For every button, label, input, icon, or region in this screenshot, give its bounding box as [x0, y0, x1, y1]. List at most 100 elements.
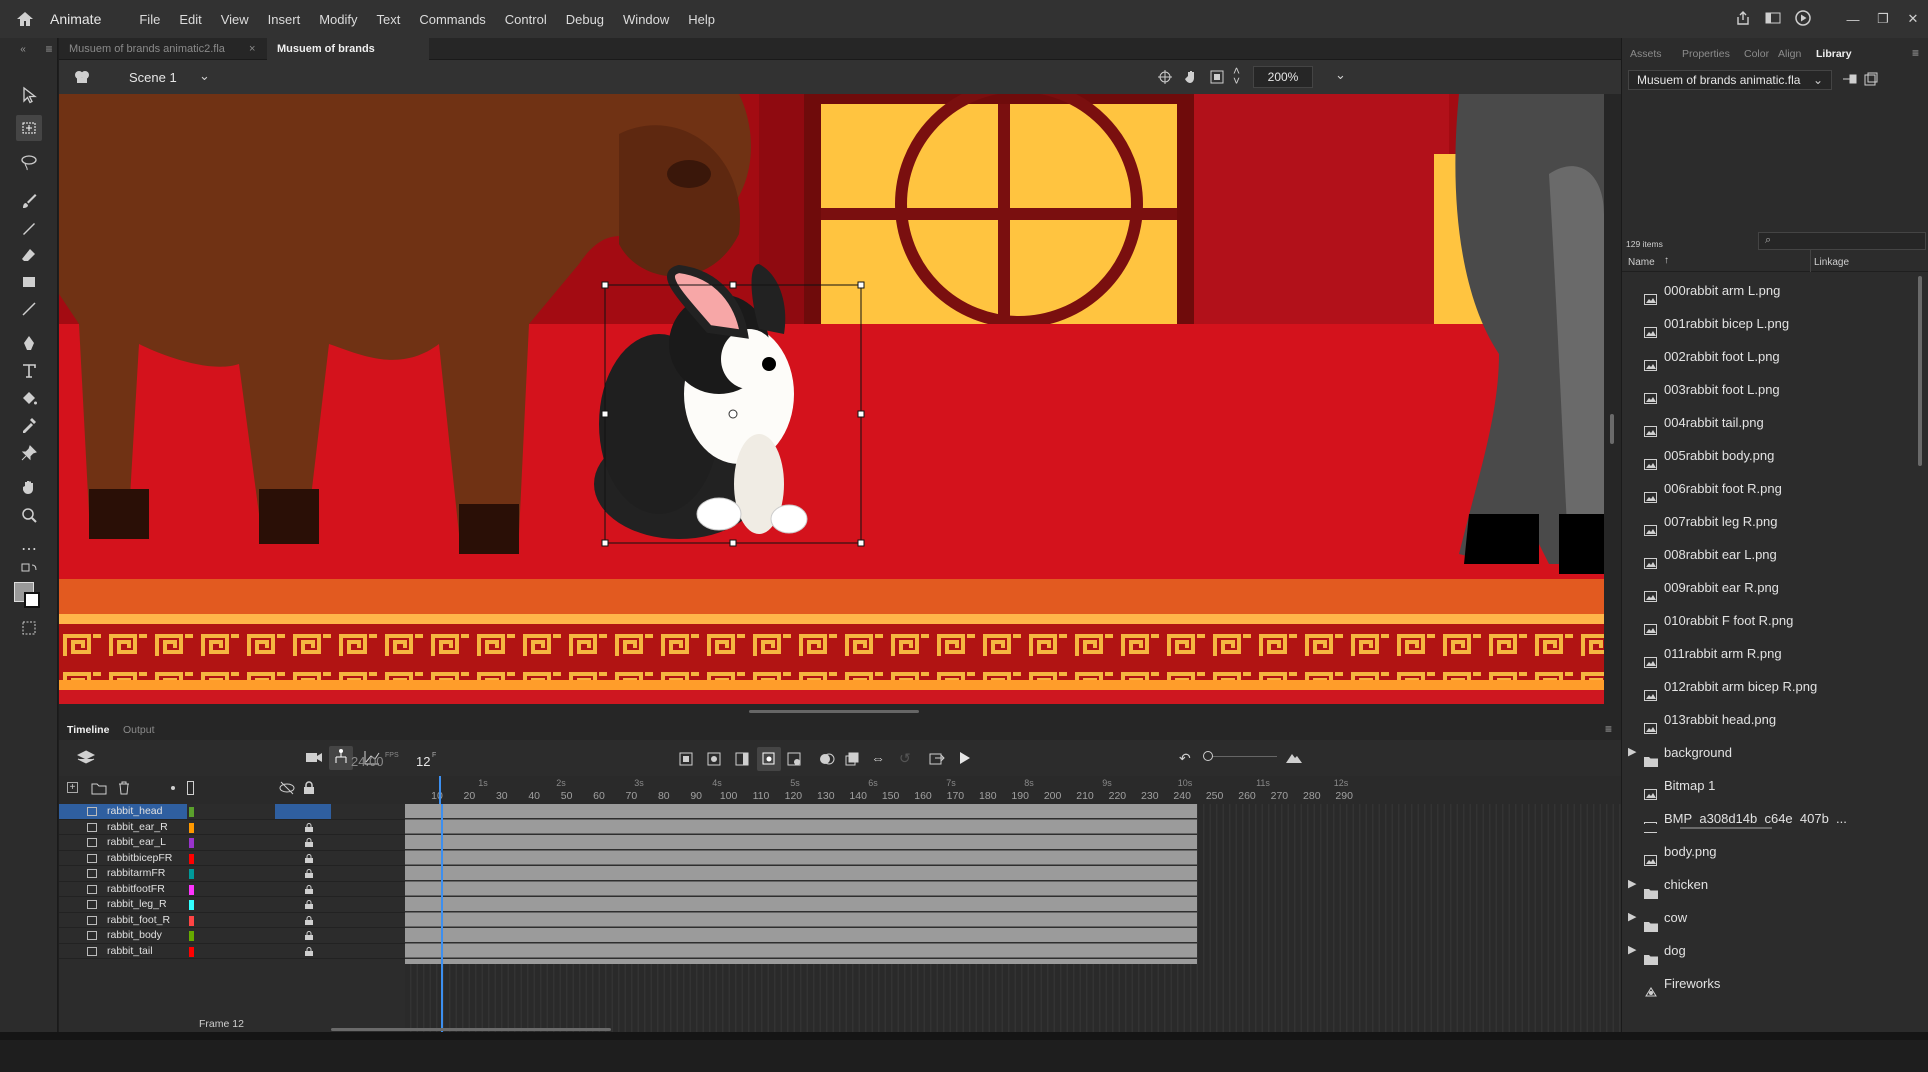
library-item[interactable]: ▶ cow [1622, 901, 1912, 934]
library-horizontal-scrollbar[interactable] [1680, 827, 1772, 829]
new-layer-icon[interactable]: + [67, 782, 78, 793]
library-search-input[interactable]: ⌕ [1758, 232, 1926, 250]
zoom-dropdown-icon[interactable]: ⌄ [1335, 67, 1346, 83]
library-item[interactable]: 008rabbit ear L.png [1622, 538, 1912, 571]
library-item[interactable]: Bitmap 1 [1622, 769, 1912, 802]
layer-row[interactable]: rabbit_ear_R [59, 819, 405, 836]
clip-content-icon[interactable] [1209, 69, 1225, 90]
menu-modify[interactable]: Modify [319, 12, 357, 27]
library-item[interactable]: 011rabbit arm R.png [1622, 637, 1912, 670]
zoom-mountain-icon[interactable] [1285, 750, 1303, 769]
lock-icon[interactable] [305, 946, 313, 962]
camera-icon[interactable] [305, 750, 323, 769]
play-icon[interactable] [959, 751, 971, 770]
doc-tab-active[interactable]: Musuem of brands animatic.fla* × [267, 38, 429, 77]
stage-canvas[interactable] [59, 94, 1604, 704]
playhead-marker[interactable] [439, 776, 441, 804]
layer-row[interactable]: rabbit_body [59, 928, 405, 944]
parenting-view-icon[interactable] [329, 746, 353, 770]
layer-color-swatch[interactable] [189, 900, 194, 910]
workspace-icon[interactable] [1758, 11, 1788, 28]
layer-name[interactable]: rabbitarmFR [107, 866, 165, 882]
edit-multiple-frames-icon[interactable] [845, 752, 859, 771]
menu-insert[interactable]: Insert [268, 12, 301, 27]
paint-brush-tool-icon[interactable] [16, 188, 42, 214]
layer-color-swatch[interactable] [189, 822, 194, 833]
more-tools-icon[interactable]: ⋯ [16, 536, 42, 562]
library-item[interactable]: 001rabbit bicep L.png [1622, 307, 1912, 340]
library-item[interactable]: 003rabbit foot L.png [1622, 373, 1912, 406]
layer-color-swatch[interactable] [189, 807, 194, 817]
minimize-icon[interactable]: — [1838, 12, 1868, 27]
eraser-tool-icon[interactable] [16, 242, 42, 268]
layer-row[interactable]: rabbit_head [59, 804, 405, 820]
lasso-tool-icon[interactable] [16, 149, 42, 175]
menu-file[interactable]: File [139, 12, 160, 27]
eyedropper-tool-icon[interactable] [16, 412, 42, 438]
scrollbar-thumb[interactable] [1610, 414, 1614, 444]
library-document-select[interactable]: Musuem of brands animatic.fla ⌄ [1628, 70, 1832, 90]
slider-thumb[interactable] [1203, 751, 1213, 761]
layer-color-swatch[interactable] [189, 869, 194, 879]
frame-ruler[interactable]: 10 20 30 40 50 60 70 80 90 100 110 120 130 140 150 160 1… [405, 776, 1621, 804]
camera-frame-tool-icon[interactable] [16, 615, 42, 641]
doc-tab[interactable]: Musuem of brands animatic2.fla × [59, 38, 259, 60]
current-frame-value[interactable]: 12 [416, 754, 430, 769]
zoom-input[interactable]: 200% [1253, 66, 1313, 88]
menu-control[interactable]: Control [505, 12, 547, 27]
frame-grid[interactable] [405, 804, 1621, 1032]
hand-tool-icon[interactable] [16, 474, 42, 500]
column-name[interactable]: Name [1628, 257, 1655, 268]
loop-icon[interactable]: ⇔ [871, 750, 885, 766]
layer-name[interactable]: rabbitfootFR [107, 882, 165, 898]
menu-window[interactable]: Window [623, 12, 669, 27]
layer-name[interactable]: rabbit_body [107, 928, 162, 944]
expand-chevron-icon[interactable]: ▶ [1628, 868, 1636, 901]
tab-color[interactable]: Color [1744, 48, 1769, 60]
reset-zoom-icon[interactable]: ↶ [1179, 750, 1191, 767]
pin-tool-icon[interactable] [16, 440, 42, 466]
expand-chevron-icon[interactable]: ▶ [1628, 934, 1636, 967]
layer-color-swatch[interactable] [189, 853, 194, 864]
first-frame-icon[interactable] [679, 752, 693, 771]
layer-color-swatch[interactable] [189, 838, 194, 848]
layer-color-swatch[interactable] [189, 915, 194, 926]
collapse-toolbar-icon[interactable]: « [10, 41, 36, 57]
free-transform-tool-icon[interactable] [16, 115, 42, 141]
close-tab-icon[interactable]: × [249, 38, 255, 60]
sort-ascending-icon[interactable]: ↑ [1664, 255, 1669, 266]
swap-colors-icon[interactable] [16, 562, 42, 576]
library-item[interactable]: 009rabbit ear R.png [1622, 571, 1912, 604]
layer-name[interactable]: rabbit_head [107, 804, 162, 820]
layer-name[interactable]: rabbit_ear_R [107, 820, 168, 836]
new-folder-icon[interactable] [91, 782, 107, 800]
insert-frame-icon[interactable] [787, 752, 801, 771]
fps-value[interactable]: 24.00 [351, 754, 384, 769]
library-item[interactable]: 005rabbit body.png [1622, 439, 1912, 472]
rotate-stage-icon[interactable] [1183, 69, 1199, 90]
tab-properties[interactable]: Properties [1682, 48, 1730, 60]
onion-skin-icon[interactable] [819, 752, 835, 771]
column-linkage[interactable]: Linkage [1814, 257, 1849, 268]
library-item[interactable]: 000rabbit arm L.png [1622, 274, 1912, 307]
layer-row[interactable]: rabbit_leg_R [59, 897, 405, 913]
layer-row[interactable]: rabbitbicepFR [59, 850, 405, 867]
delete-layer-icon[interactable] [117, 781, 131, 800]
library-item[interactable]: ▶ chicken [1622, 868, 1912, 901]
selection-tool-icon[interactable] [16, 82, 42, 108]
library-item[interactable]: 006rabbit foot R.png [1622, 472, 1912, 505]
zoom-tool-icon[interactable] [16, 502, 42, 528]
timeline-zoom-slider[interactable] [1207, 756, 1277, 757]
menu-help[interactable]: Help [688, 12, 715, 27]
panel-menu-icon[interactable]: ≡ [1605, 722, 1612, 736]
pen-tool-icon[interactable] [16, 330, 42, 356]
pin-library-icon[interactable] [1842, 72, 1858, 91]
tab-library[interactable]: Library [1816, 48, 1852, 60]
layer-row[interactable]: rabbit_foot_R [59, 912, 405, 928]
layer-name[interactable]: rabbitbicepFR [107, 851, 172, 867]
library-item[interactable]: 004rabbit tail.png [1622, 406, 1912, 439]
panel-resize-handle[interactable] [749, 710, 919, 713]
insert-keyframe-icon[interactable] [707, 752, 721, 771]
text-tool-icon[interactable] [16, 358, 42, 384]
panel-menu-icon[interactable]: ≡ [1912, 46, 1919, 60]
